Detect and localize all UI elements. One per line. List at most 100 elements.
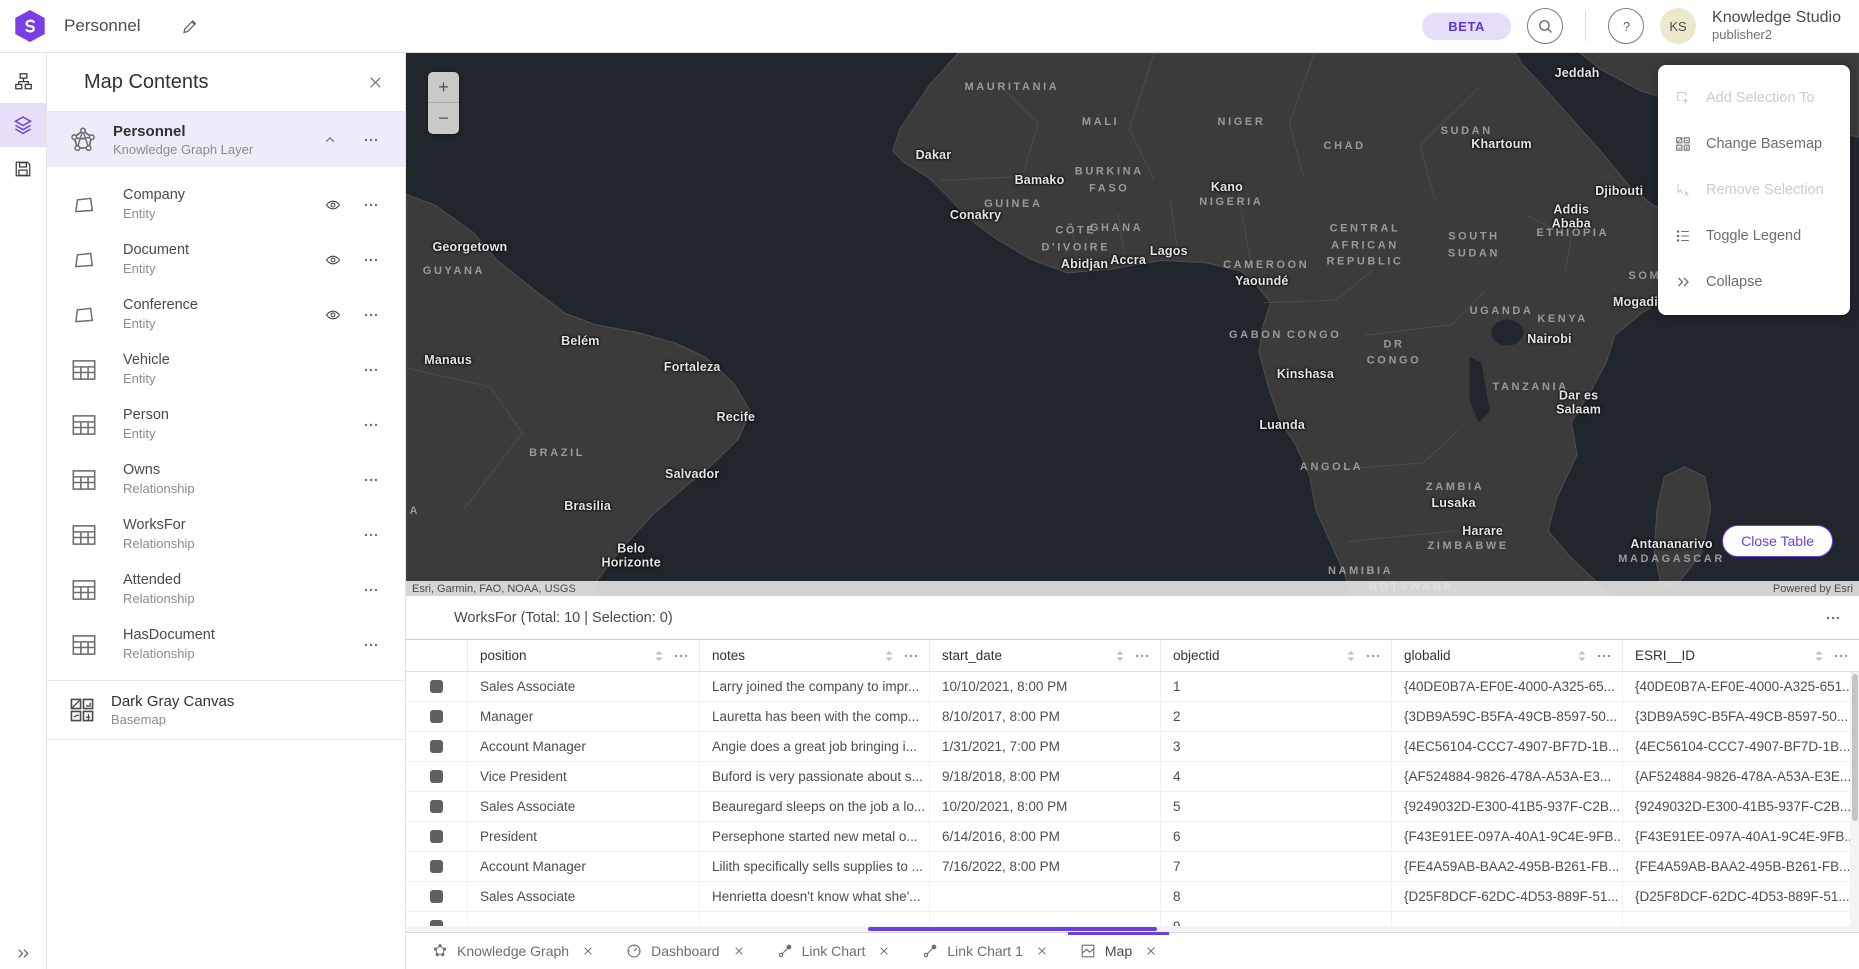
cell-start_date[interactable]: 8/10/2017, 8:00 PM [930,702,1161,731]
view-tab[interactable]: Map [1064,933,1173,969]
layer-options-icon[interactable] [363,417,379,433]
cell-start_date[interactable]: 10/20/2021, 8:00 PM [930,792,1161,821]
layer-row[interactable]: Conference Entity [47,287,405,342]
layer-row[interactable]: WorksFor Relationship [47,507,405,562]
cell-position[interactable]: Sales Associate [468,882,700,911]
cell-esri_id[interactable]: {AF524884-9826-478A-A53A-E3E... [1623,762,1859,791]
cell-start_date[interactable]: 10/10/2021, 8:00 PM [930,672,1161,701]
cell-notes[interactable]: Lilith specifically sells supplies to ..… [700,852,930,881]
visibility-eye-icon[interactable] [325,307,341,323]
map-layers-button[interactable] [0,103,46,147]
cell-notes[interactable] [700,912,930,926]
cell-globalid[interactable]: {40DE0B7A-EF0E-4000-A325-65... [1392,672,1623,701]
table-row[interactable]: Vice PresidentBuford is very passionate … [406,762,1859,792]
table-row[interactable]: Sales AssociateHenrietta doesn't know wh… [406,882,1859,912]
cell-esri_id[interactable]: {4EC56104-CCC7-4907-BF7D-1B... [1623,732,1859,761]
row-checkbox[interactable] [430,770,443,783]
table-row[interactable]: Account ManagerLilith specifically sells… [406,852,1859,882]
cell-globalid[interactable]: {9249032D-E300-41B5-937F-C2B... [1392,792,1623,821]
table-row[interactable]: PresidentPersephone started new metal o.… [406,822,1859,852]
layer-row[interactable]: Company Entity [47,177,405,232]
map-view[interactable]: MAURITANIAMALINIGERCHADSUDANGUINEABURKIN… [406,53,1859,596]
cell-esri_id[interactable]: {40DE0B7A-EF0E-4000-A325-651... [1623,672,1859,701]
cell-esri_id[interactable]: {FE4A59AB-BAA2-495B-B261-FB... [1623,852,1859,881]
cell-esri_id[interactable]: {3DB9A59C-B5FA-49CB-8597-50... [1623,702,1859,731]
cell-globalid[interactable]: {AF524884-9826-478A-A53A-E3... [1392,762,1623,791]
knowledge-graph-layer-group[interactable]: Personnel Knowledge Graph Layer [47,111,405,167]
cell-objectid[interactable]: 2 [1161,702,1392,731]
column-options-icon[interactable] [1833,648,1849,664]
cell-objectid[interactable]: 9 [1161,912,1392,926]
layer-row[interactable]: Person Entity [47,397,405,452]
expand-rail-button[interactable] [0,946,46,961]
help-button[interactable]: ? [1608,8,1644,44]
context-menu-item[interactable]: Add Selection To [1658,75,1850,121]
sort-icon[interactable] [883,649,895,663]
table-row[interactable]: Sales AssociateLarry joined the company … [406,672,1859,702]
table-row[interactable]: ManagerLauretta has been with the comp..… [406,702,1859,732]
cell-start_date[interactable] [930,882,1161,911]
cell-objectid[interactable]: 8 [1161,882,1392,911]
sort-icon[interactable] [1345,649,1357,663]
view-tab[interactable]: Link Chart 1 [906,933,1063,969]
layer-options-icon[interactable] [363,197,379,213]
zoom-in-button[interactable]: + [428,72,459,103]
layer-row[interactable]: Document Entity [47,232,405,287]
cell-start_date[interactable] [930,912,1161,926]
context-menu-item[interactable]: Toggle Legend [1658,213,1850,259]
row-checkbox[interactable] [430,890,443,903]
view-tab[interactable]: Link Chart [761,933,907,969]
cell-notes[interactable]: Henrietta doesn't know what she'... [700,882,930,911]
cell-objectid[interactable]: 5 [1161,792,1392,821]
collapse-group-chevron-icon[interactable] [323,133,337,147]
cell-globalid[interactable] [1392,912,1623,926]
layer-options-icon[interactable] [363,252,379,268]
close-panel-button[interactable] [368,75,383,90]
cell-position[interactable]: Sales Associate [468,792,700,821]
view-tab[interactable]: Knowledge Graph [416,933,610,969]
row-checkbox[interactable] [430,860,443,873]
visibility-eye-icon[interactable] [325,197,341,213]
close-table-button[interactable]: Close Table [1722,525,1833,557]
column-options-icon[interactable] [1596,648,1612,664]
view-tab[interactable]: Dashboard [610,933,761,969]
user-avatar[interactable]: KS [1660,8,1696,44]
cell-position[interactable]: Sales Associate [468,672,700,701]
row-checkbox[interactable] [430,830,443,843]
column-header[interactable]: objectid [1161,640,1392,671]
cell-notes[interactable]: Larry joined the company to impr... [700,672,930,701]
column-header[interactable]: position [468,640,700,671]
layer-options-icon[interactable] [363,527,379,543]
cell-notes[interactable]: Lauretta has been with the comp... [700,702,930,731]
context-menu-item[interactable]: Collapse [1658,259,1850,305]
cell-notes[interactable]: Buford is very passionate about s... [700,762,930,791]
search-button[interactable] [1527,8,1563,44]
cell-notes[interactable]: Angie does a great job bringing i... [700,732,930,761]
cell-notes[interactable]: Persephone started new metal o... [700,822,930,851]
column-options-icon[interactable] [1365,648,1381,664]
close-tab-icon[interactable] [733,945,745,957]
table-row[interactable]: Sales AssociateBeauregard sleeps on the … [406,792,1859,822]
sort-icon[interactable] [653,649,665,663]
row-checkbox[interactable] [430,710,443,723]
layer-row[interactable]: Attended Relationship [47,562,405,617]
cell-notes[interactable]: Beauregard sleeps on the job a lo... [700,792,930,821]
cell-objectid[interactable]: 1 [1161,672,1392,701]
table-row[interactable]: 9 [406,912,1859,926]
cell-objectid[interactable]: 4 [1161,762,1392,791]
layer-options-icon[interactable] [363,637,379,653]
cell-start_date[interactable]: 7/16/2022, 8:00 PM [930,852,1161,881]
cell-objectid[interactable]: 3 [1161,732,1392,761]
layer-options-icon[interactable] [363,362,379,378]
cell-position[interactable]: Manager [468,702,700,731]
table-row[interactable]: Account ManagerAngie does a great job br… [406,732,1859,762]
sort-icon[interactable] [1813,649,1825,663]
close-tab-icon[interactable] [582,945,594,957]
zoom-out-button[interactable]: − [428,103,459,134]
cell-position[interactable]: Account Manager [468,732,700,761]
cell-objectid[interactable]: 6 [1161,822,1392,851]
cell-start_date[interactable]: 1/31/2021, 7:00 PM [930,732,1161,761]
cell-globalid[interactable]: {4EC56104-CCC7-4907-BF7D-1B... [1392,732,1623,761]
column-options-icon[interactable] [1134,648,1150,664]
edit-title-pencil-icon[interactable] [181,18,198,35]
